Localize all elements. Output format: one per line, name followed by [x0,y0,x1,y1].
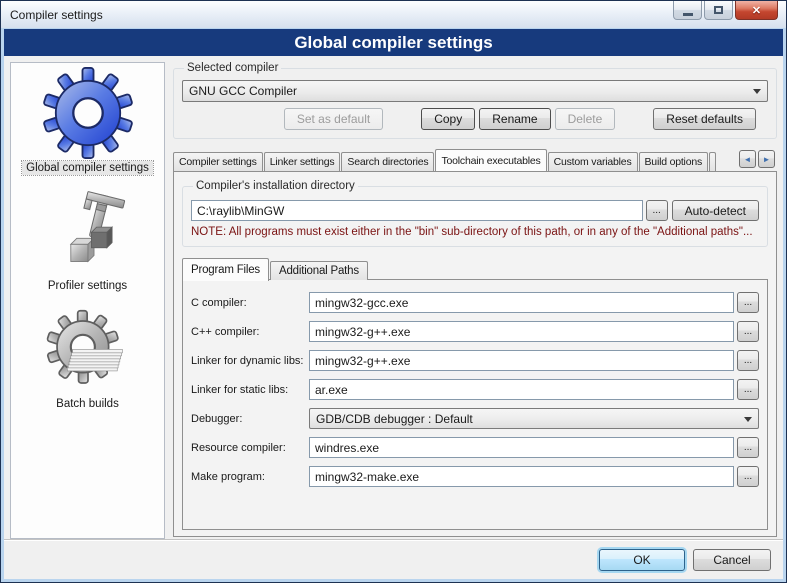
sidebar-item-batch-builds[interactable]: Batch builds [11,309,164,411]
settings-tabstrip: Compiler settings Linker settings Search… [173,147,777,171]
field-label: C compiler: [191,297,309,309]
tab-scroll-buttons: ◄ ► [739,150,775,168]
resource-compiler-browse-button[interactable]: ... [737,437,759,458]
installation-directory-note: NOTE: All programs must exist either in … [191,226,759,238]
delete-button: Delete [555,108,616,130]
field-label: Linker for static libs: [191,384,309,396]
window-title: Compiler settings [10,8,103,22]
field-label: Make program: [191,471,309,483]
chevron-down-icon [744,417,752,426]
page-title: Global compiler settings [4,29,783,56]
linker-static-input[interactable] [309,379,734,400]
field-label: Resource compiler: [191,442,309,454]
field-row-make-program: Make program: ... [191,466,759,487]
caliper-cubes-icon [45,191,131,277]
c-compiler-browse-button[interactable]: ... [737,292,759,313]
toolchain-executables-pane: Compiler's installation directory ... Au… [173,171,777,537]
tab-scroll-right-icon[interactable]: ► [758,150,775,168]
tab-additional-paths[interactable]: Additional Paths [270,261,368,280]
compiler-select-value: GNU GCC Compiler [189,84,747,98]
sidebar-item-profiler-settings[interactable]: Profiler settings [11,191,164,293]
make-program-input[interactable] [309,466,734,487]
installation-directory-row: ... Auto-detect [191,200,759,221]
make-program-browse-button[interactable]: ... [737,466,759,487]
chevron-down-icon [753,89,761,98]
field-label: Linker for dynamic libs: [191,355,309,367]
compiler-select[interactable]: GNU GCC Compiler [182,80,768,102]
cpp-compiler-browse-button[interactable]: ... [737,321,759,342]
selected-compiler-group-label: Selected compiler [184,62,281,74]
dialog-footer: OK Cancel [4,539,783,579]
tab-clipped[interactable] [709,152,716,171]
tab-build-options[interactable]: Build options [639,152,709,171]
copy-button[interactable]: Copy [421,108,475,130]
tab-program-files[interactable]: Program Files [182,258,269,281]
reset-defaults-button[interactable]: Reset defaults [653,108,756,130]
resource-compiler-input[interactable] [309,437,734,458]
set-as-default-button: Set as default [284,108,383,130]
window-controls: ✕ [671,1,778,20]
field-row-resource-compiler: Resource compiler: ... [191,437,759,458]
program-files-pane: C compiler: ... C++ compiler: ... Linker… [182,279,768,530]
selected-compiler-group: Selected compiler GNU GCC Compiler Set a… [173,62,777,139]
field-row-cpp-compiler: C++ compiler: ... [191,321,759,342]
installation-directory-group: Compiler's installation directory ... Au… [182,180,768,247]
linker-static-browse-button[interactable]: ... [737,379,759,400]
dialog-content: Global compiler settings [4,56,783,539]
tab-custom-variables[interactable]: Custom variables [548,152,638,171]
field-row-linker-dynamic: Linker for dynamic libs: ... [191,350,759,371]
tab-compiler-settings[interactable]: Compiler settings [173,152,263,171]
gray-gear-stack-icon [45,309,131,395]
cancel-button[interactable]: Cancel [693,549,771,571]
sidebar-item-label: Batch builds [52,397,123,411]
program-files-tabstrip: Program Files Additional Paths [182,257,768,280]
sidebar-item-global-compiler-settings[interactable]: Global compiler settings [11,67,164,175]
installation-directory-browse-button[interactable]: ... [646,200,668,221]
blue-gear-icon [42,67,134,159]
minimize-button[interactable] [673,1,702,20]
linker-dynamic-input[interactable] [309,350,734,371]
field-row-linker-static: Linker for static libs: ... [191,379,759,400]
close-icon: ✕ [752,4,761,17]
close-button[interactable]: ✕ [735,1,778,20]
cpp-compiler-input[interactable] [309,321,734,342]
field-row-debugger: Debugger: GDB/CDB debugger : Default [191,408,759,429]
minimize-icon [683,13,693,16]
installation-directory-input[interactable] [191,200,643,221]
field-label: C++ compiler: [191,326,309,338]
tab-toolchain-executables[interactable]: Toolchain executables [435,149,546,171]
titlebar[interactable]: Compiler settings ✕ [1,1,786,28]
compiler-buttons-row: Set as default Copy Rename Delete Reset … [182,108,756,130]
rename-button[interactable]: Rename [479,108,550,130]
compiler-settings-dialog: Compiler settings ✕ Global compiler sett… [0,0,787,583]
tab-linker-settings[interactable]: Linker settings [264,152,341,171]
installation-directory-label: Compiler's installation directory [193,180,358,192]
field-row-c-compiler: C compiler: ... [191,292,759,313]
maximize-icon [714,6,723,14]
tab-search-directories[interactable]: Search directories [341,152,434,171]
tab-scroll-left-icon[interactable]: ◄ [739,150,756,168]
debugger-select[interactable]: GDB/CDB debugger : Default [309,408,759,429]
linker-dynamic-browse-button[interactable]: ... [737,350,759,371]
main-panel: Selected compiler GNU GCC Compiler Set a… [173,62,777,539]
ok-button[interactable]: OK [599,549,685,571]
c-compiler-input[interactable] [309,292,734,313]
sidebar: Global compiler settings [10,62,165,539]
auto-detect-button[interactable]: Auto-detect [672,200,759,221]
maximize-button[interactable] [704,1,733,20]
sidebar-item-label: Global compiler settings [22,161,153,175]
sidebar-item-label: Profiler settings [44,279,131,293]
debugger-select-value: GDB/CDB debugger : Default [316,412,738,426]
field-label: Debugger: [191,413,309,425]
